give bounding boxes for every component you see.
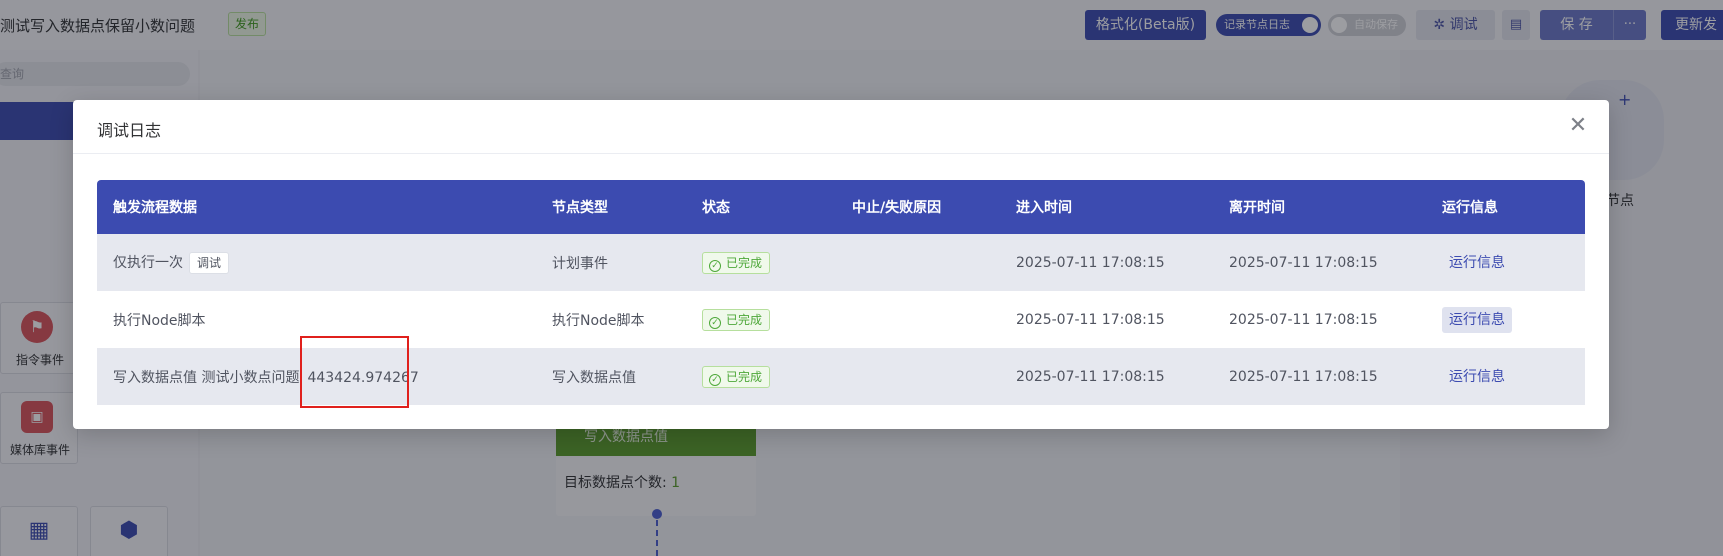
trigger-cell: 仅执行一次 调试 <box>97 234 536 291</box>
reason-cell <box>836 291 1000 348</box>
status-badge: ✓ 已完成 <box>702 251 771 274</box>
debug-log-modal: 调试日志 ✕ 触发流程数据 节点类型 状态 中止/失败原因 进入时间 离开时间 … <box>73 100 1609 429</box>
trigger-text: 执行Node脚本 <box>113 312 206 329</box>
column-header-enter-time: 进入时间 <box>1000 180 1213 234</box>
trigger-text: 写入数据点值 测试小数点问题 <box>113 369 300 386</box>
column-header-reason: 中止/失败原因 <box>836 180 1000 234</box>
status-text: 已完成 <box>726 312 763 327</box>
leave-time-cell: 2025-07-11 17:08:15 <box>1213 234 1426 291</box>
run-info-link[interactable]: 运行信息 <box>1442 250 1512 276</box>
table-header-row: 触发流程数据 节点类型 状态 中止/失败原因 进入时间 离开时间 运行信息 <box>97 180 1585 234</box>
column-header-status: 状态 <box>686 180 836 234</box>
status-cell: ✓ 已完成 <box>686 291 836 348</box>
check-circle-icon: ✓ <box>709 259 721 272</box>
trigger-text: 仅执行一次 <box>113 254 183 271</box>
run-info-cell: 运行信息 <box>1426 234 1585 291</box>
enter-time-cell: 2025-07-11 17:08:15 <box>1000 234 1213 291</box>
leave-time-cell: 2025-07-11 17:08:15 <box>1213 291 1426 348</box>
column-header-leave-time: 离开时间 <box>1213 180 1426 234</box>
reason-cell <box>836 348 1000 405</box>
table-row: 写入数据点值 测试小数点问题 443424.974267 写入数据点值 ✓ 已完成 … <box>97 348 1585 405</box>
modal-header: 调试日志 ✕ <box>73 100 1609 154</box>
trigger-cell: 写入数据点值 测试小数点问题 443424.974267 <box>97 348 536 405</box>
debug-log-table: 触发流程数据 节点类型 状态 中止/失败原因 进入时间 离开时间 运行信息 仅执… <box>97 180 1585 405</box>
modal-title: 调试日志 <box>97 121 162 140</box>
close-icon[interactable]: ✕ <box>1565 113 1591 139</box>
check-circle-icon: ✓ <box>709 316 721 329</box>
column-header-trigger: 触发流程数据 <box>97 180 536 234</box>
status-text: 已完成 <box>726 255 763 270</box>
trigger-value: 443424.974267 <box>307 369 419 386</box>
status-cell: ✓ 已完成 <box>686 234 836 291</box>
run-info-cell: 运行信息 <box>1426 348 1585 405</box>
node-type-cell: 计划事件 <box>536 234 686 291</box>
status-badge: ✓ 已完成 <box>702 365 771 388</box>
status-cell: ✓ 已完成 <box>686 348 836 405</box>
enter-time-cell: 2025-07-11 17:08:15 <box>1000 291 1213 348</box>
run-info-link[interactable]: 运行信息 <box>1442 364 1512 390</box>
debug-tag: 调试 <box>189 251 230 274</box>
node-type-cell: 写入数据点值 <box>536 348 686 405</box>
reason-cell <box>836 234 1000 291</box>
run-info-link[interactable]: 运行信息 <box>1442 306 1512 333</box>
column-header-node-type: 节点类型 <box>536 180 686 234</box>
leave-time-cell: 2025-07-11 17:08:15 <box>1213 348 1426 405</box>
status-badge: ✓ 已完成 <box>702 308 771 331</box>
enter-time-cell: 2025-07-11 17:08:15 <box>1000 348 1213 405</box>
table-row: 执行Node脚本 执行Node脚本 ✓ 已完成 2025-07-11 17:08:… <box>97 291 1585 348</box>
column-header-run-info: 运行信息 <box>1426 180 1585 234</box>
trigger-cell: 执行Node脚本 <box>97 291 536 348</box>
table-row: 仅执行一次 调试 计划事件 ✓ 已完成 2025-07-11 17:08:15 20… <box>97 234 1585 291</box>
status-text: 已完成 <box>726 369 763 384</box>
run-info-cell: 运行信息 <box>1426 291 1585 348</box>
check-circle-icon: ✓ <box>709 373 721 386</box>
node-type-cell: 执行Node脚本 <box>536 291 686 348</box>
